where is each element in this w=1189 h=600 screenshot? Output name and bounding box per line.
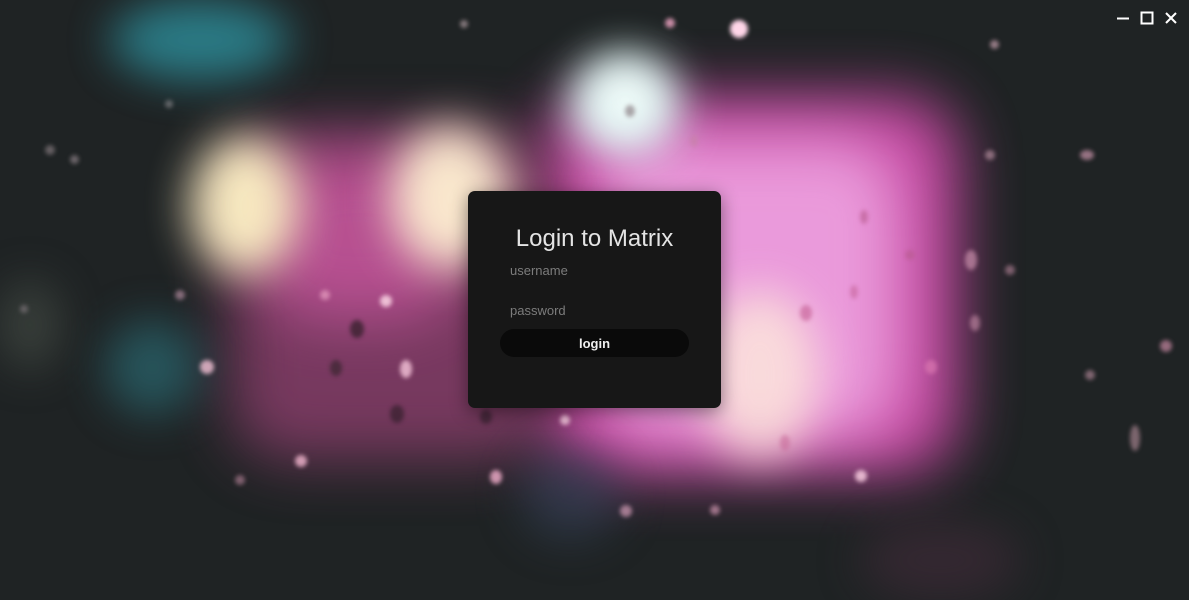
maximize-icon[interactable] — [1139, 10, 1155, 26]
window-controls — [1115, 10, 1179, 26]
username-input[interactable] — [500, 260, 690, 280]
minimize-icon[interactable] — [1115, 10, 1131, 26]
close-icon[interactable] — [1163, 10, 1179, 26]
login-button[interactable]: login — [500, 329, 689, 357]
login-title: Login to Matrix — [515, 225, 674, 252]
app-window: Login to Matrix login — [0, 0, 1189, 600]
login-card: Login to Matrix login — [468, 191, 721, 408]
password-input[interactable] — [500, 300, 690, 320]
